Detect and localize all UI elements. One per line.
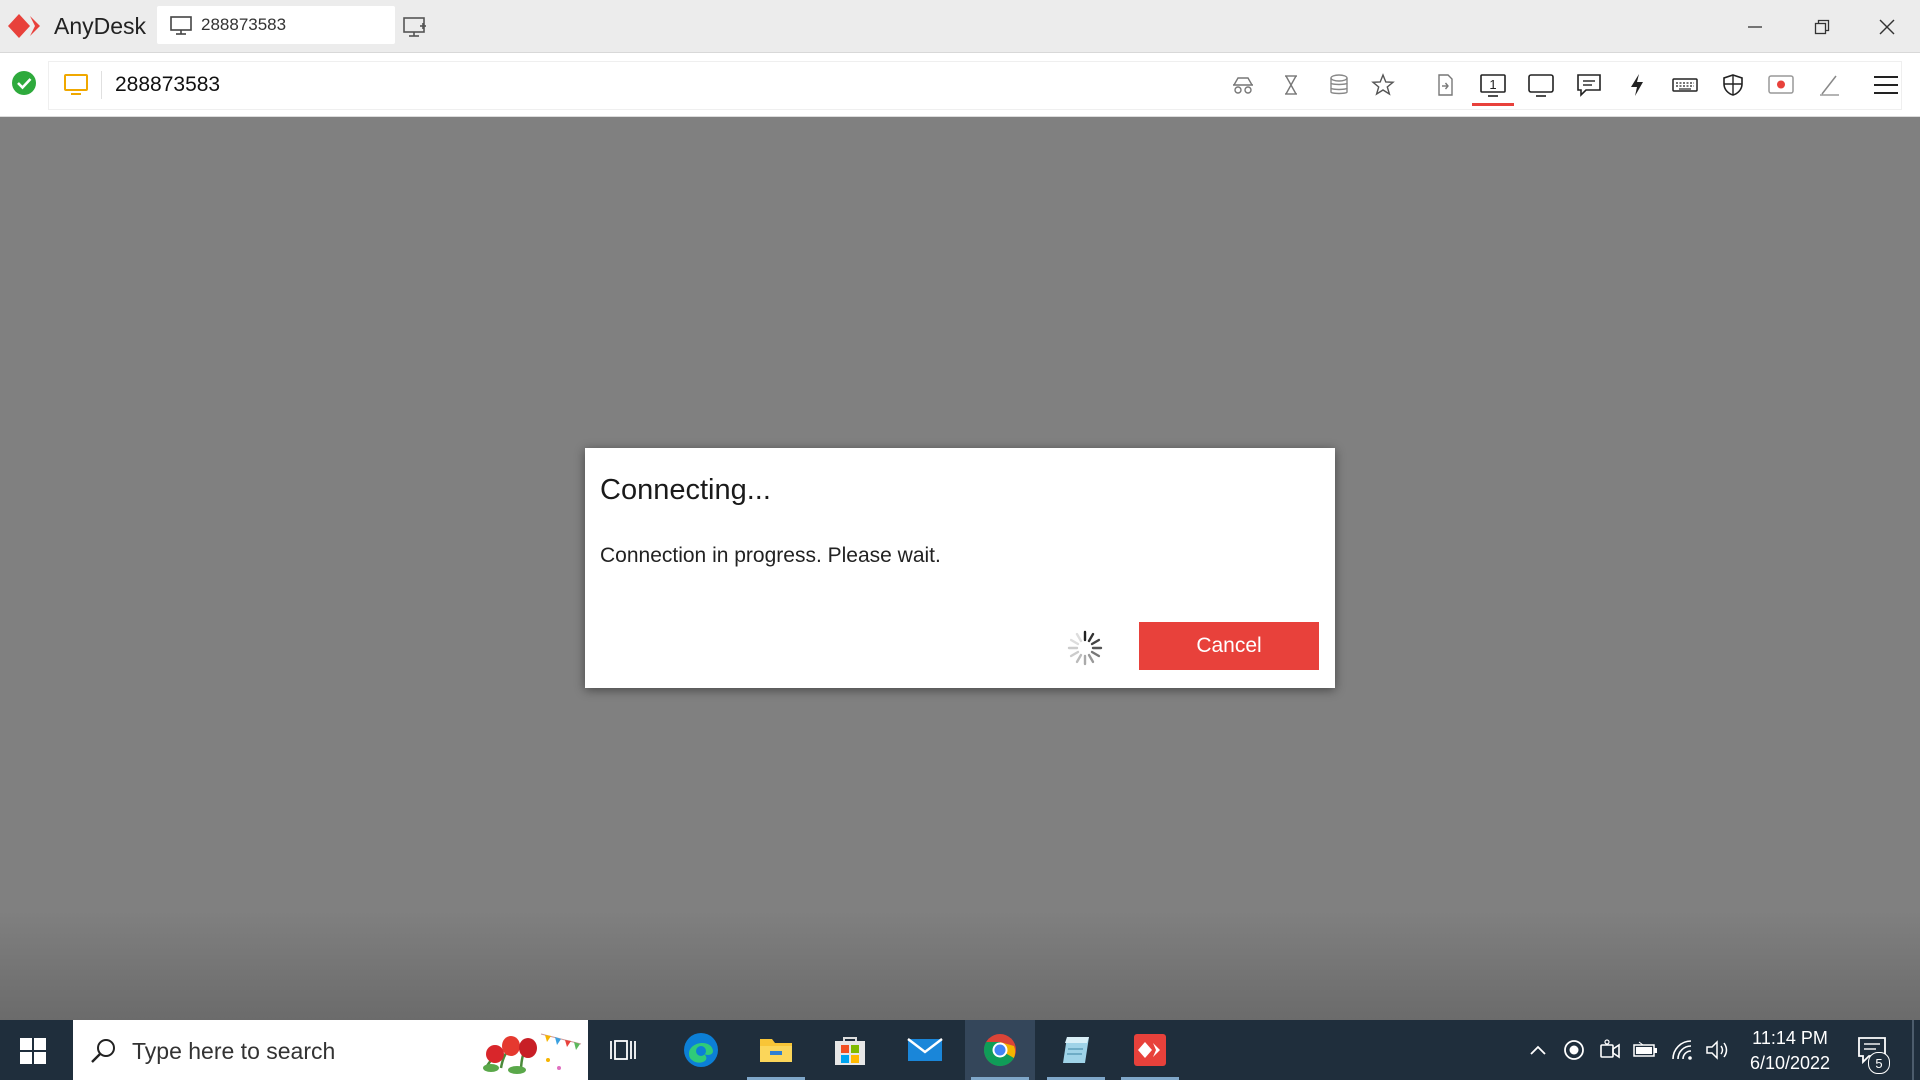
wifi-icon [1672, 1040, 1692, 1060]
whiteboard-pen-icon [1820, 75, 1839, 96]
notification-count-badge: 5 [1868, 1052, 1890, 1074]
search-highlight-tulips-icon [483, 1033, 582, 1074]
hourglass-icon [1285, 75, 1297, 95]
actions-lightning-icon [1631, 74, 1643, 96]
record-icon [1768, 75, 1794, 94]
restore-icon [1814, 19, 1830, 35]
taskbar-file-explorer[interactable] [741, 1020, 811, 1080]
app-brand: AnyDesk [8, 12, 146, 40]
tray-overflow-button[interactable] [1524, 1035, 1552, 1065]
close-icon [1879, 19, 1895, 35]
address-separator [101, 71, 102, 99]
record-indicator-icon [1564, 1040, 1584, 1060]
loading-spinner-icon [1067, 630, 1103, 666]
app-name: AnyDesk [54, 12, 147, 39]
chrome-browser-icon [983, 1034, 1016, 1067]
cancel-button[interactable]: Cancel [1139, 622, 1319, 670]
connecting-dialog: Connecting... Connection in progress. Pl… [585, 448, 1335, 688]
monitor-select-button[interactable]: 1 [1478, 70, 1508, 100]
microsoft-store-icon [835, 1037, 865, 1065]
edge-browser-icon [684, 1033, 718, 1067]
tab-label: 288873583 [201, 15, 287, 34]
database-icon [1330, 74, 1348, 95]
chevron-up-icon [1530, 1045, 1546, 1055]
session-timer-button[interactable] [1276, 70, 1306, 100]
display-button[interactable] [1526, 70, 1556, 100]
battery-charging-icon [1633, 1041, 1657, 1057]
search-icon [91, 1039, 115, 1063]
session-toolbar: 288873583 1 [0, 53, 1920, 117]
address-value[interactable]: 288873583 [115, 73, 220, 97]
camera-icon [1600, 1039, 1620, 1059]
taskbar-mail[interactable] [890, 1020, 960, 1080]
favorite-button[interactable] [1368, 70, 1398, 100]
actions-button[interactable] [1622, 70, 1652, 100]
record-button[interactable] [1766, 70, 1796, 100]
task-view-icon [610, 1040, 636, 1060]
file-transfer-icon [1438, 74, 1453, 96]
tray-volume[interactable] [1704, 1035, 1732, 1065]
anydesk-app-icon [1134, 1034, 1166, 1066]
tray-battery[interactable] [1632, 1035, 1660, 1065]
mail-icon [907, 1038, 943, 1061]
dialog-title: Connecting... [600, 474, 771, 506]
star-icon [1371, 73, 1395, 96]
privacy-button[interactable] [1228, 70, 1258, 100]
taskbar-clock[interactable]: 11:14 PM 6/10/2022 [1730, 1026, 1850, 1076]
anydesk-logo-icon [8, 14, 40, 38]
svg-text:1: 1 [1489, 77, 1496, 92]
permissions-button[interactable] [1718, 70, 1748, 100]
task-view-button[interactable] [588, 1020, 658, 1080]
windows-start-icon[interactable] [18, 1036, 48, 1066]
connection-status-icon [12, 71, 36, 95]
keyboard-icon [1672, 78, 1698, 92]
taskbar-search-box[interactable]: Type here to search [73, 1020, 588, 1080]
privacy-mode-icon [1233, 77, 1253, 94]
search-placeholder: Type here to search [132, 1038, 336, 1064]
taskbar-chrome[interactable] [965, 1020, 1035, 1080]
dialog-message: Connection in progress. Please wait. [600, 544, 941, 567]
taskbar-microsoft-store[interactable] [815, 1020, 885, 1080]
taskbar-notepad-app[interactable] [1041, 1020, 1111, 1080]
restore-button[interactable] [1807, 12, 1837, 42]
main-menu-button[interactable] [1871, 70, 1901, 100]
tray-meet-now[interactable] [1596, 1035, 1624, 1065]
title-bar: AnyDesk 288873583 [0, 0, 1920, 53]
remote-monitor-icon [64, 74, 88, 95]
menu-icon [1874, 76, 1898, 94]
file-transfer-button[interactable] [1430, 70, 1460, 100]
show-desktop-button[interactable] [1912, 1020, 1914, 1080]
whiteboard-button[interactable] [1814, 70, 1844, 100]
volume-icon [1706, 1040, 1728, 1060]
minimize-button[interactable] [1740, 12, 1770, 42]
permissions-shield-icon [1723, 74, 1743, 96]
desktop-gradient [0, 910, 1920, 1020]
monitor-select-active-indicator [1472, 103, 1514, 106]
close-button[interactable] [1872, 12, 1902, 42]
tray-record-indicator[interactable] [1560, 1035, 1588, 1065]
windows-taskbar: Type here to search 11:14 PM 6/10/2022 5 [0, 1020, 1920, 1080]
monitor-1-icon: 1 [1480, 74, 1506, 97]
session-tab[interactable]: 288873583 [157, 6, 395, 44]
notepad-app-icon [1063, 1037, 1089, 1063]
new-session-icon[interactable] [402, 14, 428, 40]
tray-wifi[interactable] [1670, 1035, 1698, 1065]
clock-time: 11:14 PM [1752, 1028, 1828, 1048]
storage-button[interactable] [1324, 70, 1354, 100]
taskbar-edge[interactable] [666, 1020, 736, 1080]
taskbar-anydesk[interactable] [1115, 1020, 1185, 1080]
chat-icon [1577, 74, 1601, 97]
file-explorer-icon [760, 1039, 792, 1062]
clock-date: 6/10/2022 [1749, 1053, 1831, 1073]
display-icon [1528, 74, 1554, 97]
monitor-icon [170, 16, 192, 35]
minimize-icon [1748, 26, 1762, 28]
keyboard-button[interactable] [1670, 70, 1700, 100]
chat-button[interactable] [1574, 70, 1604, 100]
